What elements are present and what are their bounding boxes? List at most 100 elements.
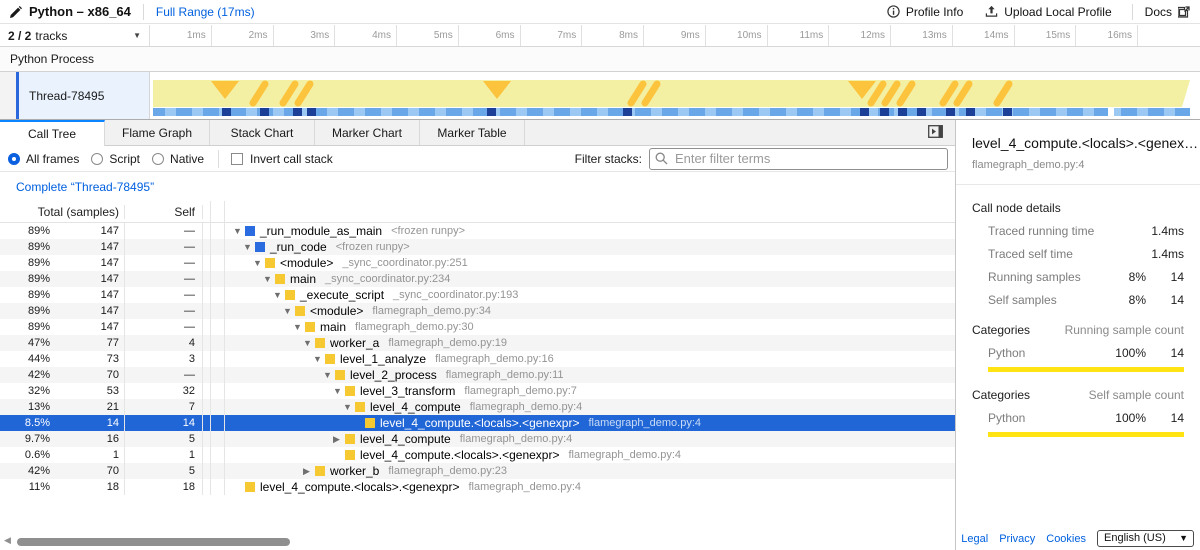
expand-twisty-icon[interactable]: ▼ (243, 239, 255, 255)
call-tree-row[interactable]: 42%705▶worker_bflamegraph_demo.py:23 (0, 463, 955, 479)
call-tree-row[interactable]: 9.7%165▶level_4_computeflamegraph_demo.p… (0, 431, 955, 447)
expand-twisty-icon[interactable]: ▼ (253, 255, 265, 271)
ruler-tick: 6ms (459, 25, 521, 46)
expand-twisty-icon[interactable]: ▼ (313, 351, 325, 367)
source-location: flamegraph_demo.py:30 (355, 319, 474, 335)
radio-script[interactable]: Script (91, 152, 140, 166)
radio-all-frames[interactable]: All frames (8, 152, 79, 166)
full-range-link[interactable]: Full Range (17ms) (156, 5, 255, 19)
tab-stack-chart[interactable]: Stack Chart (210, 120, 315, 145)
profile-info-button[interactable]: Profile Info (887, 5, 963, 19)
source-location: flamegraph_demo.py:4 (468, 479, 581, 495)
total-percent: 89% (0, 271, 50, 287)
language-select[interactable]: English (US) ▼ (1097, 530, 1194, 547)
category-icon (345, 450, 355, 460)
toolbar-divider (218, 150, 219, 168)
self-samples: — (125, 239, 203, 255)
expand-twisty-icon[interactable]: ▼ (293, 319, 305, 335)
call-tree-row[interactable]: 89%147—▼mainflamegraph_demo.py:30 (0, 319, 955, 335)
call-tree-row[interactable]: 13%217▼level_4_computeflamegraph_demo.py… (0, 399, 955, 415)
source-location: flamegraph_demo.py:7 (464, 383, 577, 399)
sidebar-toggle-button[interactable] (928, 125, 943, 141)
self-samples: — (125, 287, 203, 303)
footer-link-cookies[interactable]: Cookies (1046, 533, 1086, 545)
source-location: flamegraph_demo.py:4 (588, 415, 701, 431)
detail-value: 14 (1146, 293, 1184, 307)
expand-twisty-icon[interactable]: ▶ (333, 431, 345, 447)
expand-twisty-icon[interactable]: ▼ (323, 367, 335, 383)
call-tree-row[interactable]: 89%147—▼<module>_sync_coordinator.py:251 (0, 255, 955, 271)
thread-track-label[interactable]: Thread-78495 (19, 72, 150, 119)
call-tree-row[interactable]: 8.5%1414level_4_compute.<locals>.<genexp… (0, 415, 955, 431)
self-samples: — (125, 223, 203, 239)
horizontal-scrollbar-thumb[interactable] (17, 538, 290, 546)
tab-marker-chart[interactable]: Marker Chart (315, 120, 420, 145)
self-samples: — (125, 319, 203, 335)
call-tree-row[interactable]: 32%5332▼level_3_transformflamegraph_demo… (0, 383, 955, 399)
category-section: CategoriesSelf sample countPython100%14 (972, 388, 1184, 437)
detail-label: Traced running time (988, 224, 1096, 238)
column-total: Total (samples) (0, 205, 124, 219)
complete-thread-link[interactable]: Complete “Thread-78495” (0, 172, 154, 201)
expand-twisty-icon[interactable]: ▼ (263, 271, 275, 287)
scroll-left-arrow[interactable]: ◀ (4, 536, 11, 545)
call-tree-row[interactable]: 89%147—▼_run_code<frozen runpy> (0, 239, 955, 255)
self-samples: 14 (125, 415, 203, 431)
call-tree-row[interactable]: 89%147—▼<module>flamegraph_demo.py:34 (0, 303, 955, 319)
filter-stacks-input[interactable] (649, 148, 948, 170)
call-tree-row[interactable]: 0.6%11level_4_compute.<locals>.<genexpr>… (0, 447, 955, 463)
expand-twisty-icon[interactable]: ▼ (333, 383, 345, 399)
total-percent: 13% (0, 399, 50, 415)
tab-marker-table[interactable]: Marker Table (420, 120, 525, 145)
tracks-dropdown[interactable]: 2 / 2 tracks ▼ (0, 25, 150, 46)
detail-label: Traced self time (988, 247, 1096, 261)
tab-call-tree[interactable]: Call Tree (0, 120, 105, 146)
call-tree-row[interactable]: 44%733▼level_1_analyzeflamegraph_demo.py… (0, 351, 955, 367)
function-name: _run_code (270, 239, 327, 255)
self-samples: — (125, 271, 203, 287)
edit-profile-name-button[interactable]: Python – x86_64 (10, 4, 131, 19)
docs-link[interactable]: Docs (1145, 5, 1190, 19)
tab-flame-graph[interactable]: Flame Graph (105, 120, 210, 145)
chevron-down-icon: ▼ (1179, 533, 1188, 543)
total-percent: 44% (0, 351, 50, 367)
self-samples: 5 (125, 463, 203, 479)
expand-twisty-icon[interactable]: ▼ (283, 303, 295, 319)
call-tree-row[interactable]: 42%70—▼level_2_processflamegraph_demo.py… (0, 367, 955, 383)
total-samples: 21 (50, 399, 124, 415)
call-tree-row[interactable]: 89%147—▼_run_module_as_main<frozen runpy… (0, 223, 955, 239)
expand-twisty-icon[interactable]: ▼ (343, 399, 355, 415)
function-name: main (290, 271, 316, 287)
expand-twisty-icon[interactable]: ▼ (233, 223, 245, 239)
radio-native[interactable]: Native (152, 152, 204, 166)
process-track-header[interactable]: Python Process (0, 47, 1200, 72)
invert-call-stack-checkbox[interactable]: Invert call stack (231, 152, 333, 166)
footer-link-privacy[interactable]: Privacy (999, 533, 1035, 545)
category-icon (315, 466, 325, 476)
self-samples: 18 (125, 479, 203, 495)
upload-profile-button[interactable]: Upload Local Profile (985, 5, 1111, 19)
total-percent: 9.7% (0, 431, 50, 447)
footer-link-legal[interactable]: Legal (961, 533, 988, 545)
category-icon (325, 354, 335, 364)
total-samples: 70 (50, 463, 124, 479)
category-count: 14 (1146, 411, 1184, 425)
expand-twisty-icon[interactable]: ▼ (303, 335, 315, 351)
expand-twisty-icon[interactable]: ▼ (273, 287, 285, 303)
tab-strip: Call TreeFlame GraphStack ChartMarker Ch… (0, 120, 955, 146)
detail-row: Traced self time1.4ms (988, 247, 1184, 261)
thread-track-canvas[interactable] (150, 72, 1200, 119)
timeline-ruler[interactable]: 1ms2ms3ms4ms5ms6ms7ms8ms9ms10ms11ms12ms1… (150, 25, 1200, 46)
call-tree-row[interactable]: 89%147—▼main_sync_coordinator.py:234 (0, 271, 955, 287)
call-tree-row[interactable]: 89%147—▼_execute_script_sync_coordinator… (0, 287, 955, 303)
expand-twisty-icon[interactable]: ▶ (303, 463, 315, 479)
radio-label: Native (170, 152, 204, 166)
call-tree-row[interactable]: 11%1818level_4_compute.<locals>.<genexpr… (0, 479, 955, 495)
total-samples: 77 (50, 335, 124, 351)
self-samples: — (125, 255, 203, 271)
function-name: main (320, 319, 346, 335)
call-node-details-rows: Traced running time1.4msTraced self time… (972, 224, 1184, 307)
function-name: _run_module_as_main (260, 223, 382, 239)
total-samples: 147 (50, 239, 124, 255)
call-tree-row[interactable]: 47%774▼worker_aflamegraph_demo.py:19 (0, 335, 955, 351)
